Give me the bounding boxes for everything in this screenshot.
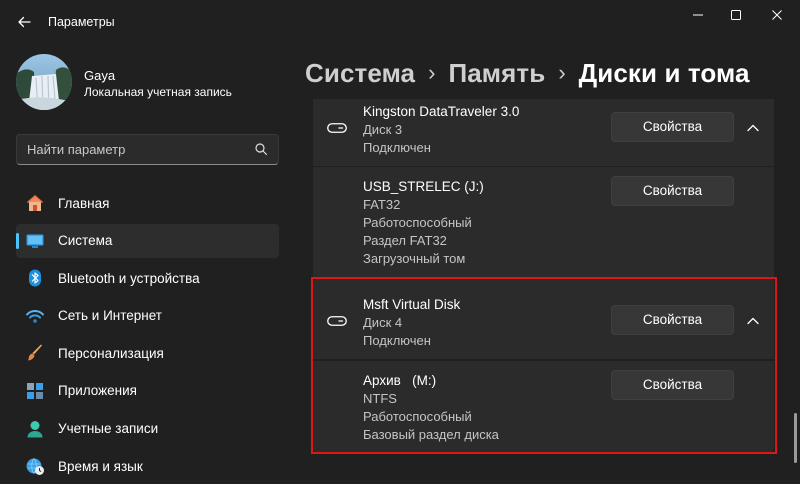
scrollbar-thumb[interactable] — [794, 413, 797, 463]
sidebar-item-label: Учетные записи — [58, 421, 159, 437]
disk-number: Диск 3 — [363, 122, 403, 137]
system-display-icon — [25, 231, 45, 251]
account-type: Локальная учетная запись — [84, 85, 232, 99]
arrow-left-icon — [18, 16, 31, 28]
sidebar-item-label: Система — [58, 233, 113, 249]
user-name: Gaya — [84, 68, 116, 83]
sidebar-item-personalization[interactable]: Персонализация — [16, 336, 279, 370]
sidebar-nav: Главная Система Bluetooth и устройства С… — [16, 186, 279, 484]
disk-status: Подключен — [363, 140, 431, 155]
breadcrumb: Система › Память › Диски и тома — [305, 55, 750, 91]
brush-icon — [25, 343, 45, 363]
breadcrumb-item-system[interactable]: Система — [305, 58, 415, 89]
chevron-right-icon: › — [558, 60, 566, 85]
volume-name: USB_STRELEC (J:) — [363, 179, 484, 194]
search-icon[interactable] — [254, 142, 268, 156]
window-title: Параметры — [48, 15, 115, 29]
minimize-button[interactable] — [678, 6, 718, 28]
sidebar-item-time-language[interactable]: Время и язык — [16, 449, 279, 483]
title-bar: Параметры — [0, 0, 800, 48]
volume-partition: Раздел FAT32 — [363, 233, 447, 248]
volume-filesystem: FAT32 — [363, 197, 401, 212]
home-icon — [25, 193, 45, 213]
breadcrumb-item-storage[interactable]: Память — [448, 58, 545, 89]
sidebar-item-home[interactable]: Главная — [16, 186, 279, 220]
disk-name: Kingston DataTraveler 3.0 — [363, 104, 520, 119]
account-icon — [25, 419, 45, 439]
globe-clock-icon — [25, 456, 45, 476]
sidebar-item-system[interactable]: Система — [16, 223, 279, 258]
volume-card: USB_STRELEC (J:) FAT32 Работоспособный Р… — [313, 167, 774, 277]
sidebar-item-network[interactable]: Сеть и Интернет — [16, 299, 279, 333]
close-button[interactable] — [757, 6, 797, 28]
sidebar-item-bluetooth[interactable]: Bluetooth и устройства — [16, 261, 279, 295]
avatar[interactable] — [16, 54, 72, 110]
bluetooth-icon — [25, 268, 45, 288]
chevron-right-icon: › — [428, 60, 436, 85]
volume-health: Работоспособный — [363, 215, 472, 230]
drive-icon — [327, 123, 347, 133]
waterfall-photo — [16, 54, 72, 110]
sidebar-item-label: Bluetooth и устройства — [58, 270, 200, 286]
minimize-icon — [693, 14, 703, 16]
sidebar-item-label: Приложения — [58, 383, 137, 399]
properties-button[interactable]: Свойства — [611, 112, 734, 142]
apps-icon — [25, 381, 45, 401]
sidebar-item-label: Сеть и Интернет — [58, 308, 162, 324]
maximize-button[interactable] — [716, 6, 756, 28]
back-button[interactable] — [12, 10, 36, 34]
search-box[interactable] — [16, 134, 279, 165]
sidebar-item-label: Главная — [58, 195, 110, 211]
wifi-icon — [25, 306, 45, 326]
chevron-up-icon[interactable] — [746, 123, 760, 133]
maximize-icon — [731, 10, 741, 20]
search-input[interactable] — [17, 135, 247, 164]
volume-type: Загрузочный том — [363, 251, 466, 266]
sidebar-item-accounts[interactable]: Учетные записи — [16, 412, 279, 446]
close-icon — [772, 10, 782, 20]
disk-card-header[interactable]: Kingston DataTraveler 3.0 Диск 3 Подключ… — [313, 99, 774, 166]
sidebar-item-label: Персонализация — [58, 345, 164, 361]
properties-button[interactable]: Свойства — [611, 176, 734, 206]
sidebar-item-label: Время и язык — [58, 458, 143, 474]
highlight-frame — [311, 277, 777, 454]
page-title: Диски и тома — [578, 57, 750, 88]
sidebar-item-apps[interactable]: Приложения — [16, 374, 279, 408]
